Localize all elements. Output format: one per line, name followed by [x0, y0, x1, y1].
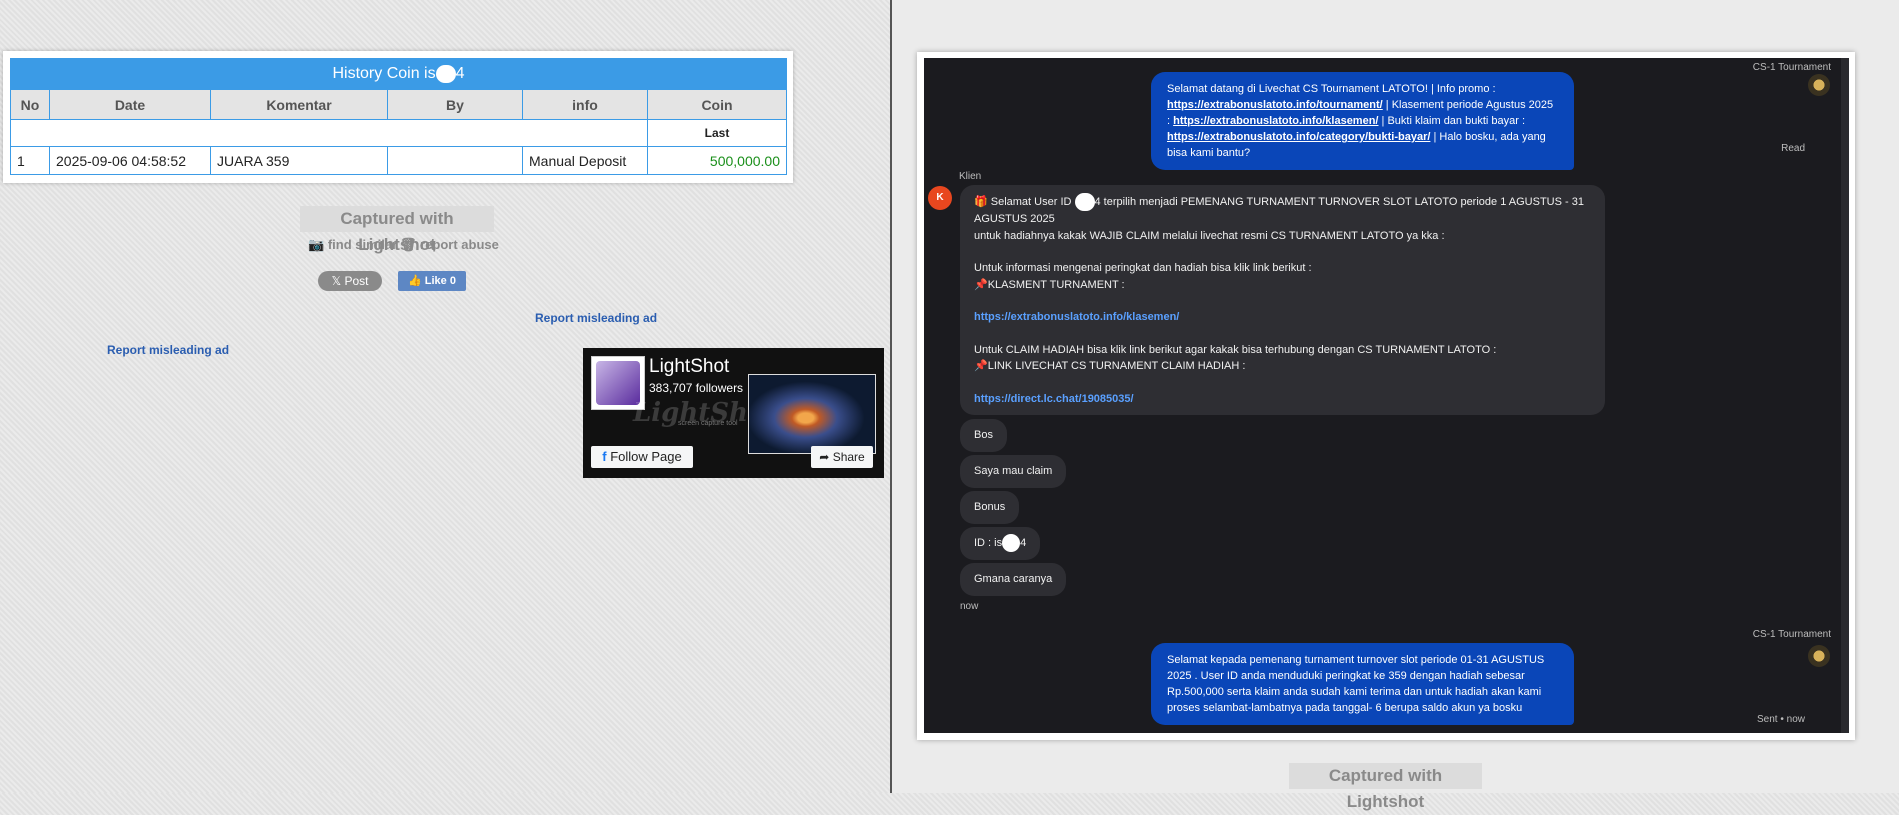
share-icon: ➦	[819, 450, 830, 464]
link-livechat[interactable]: https://direct.lc.chat/19085035/	[974, 391, 1591, 408]
thumbs-up-icon: 👍	[408, 275, 422, 287]
agent-name: CS-1 Tournament	[1752, 629, 1831, 640]
chat-scrollbar[interactable]	[1841, 58, 1849, 733]
read-status: Read	[1781, 143, 1805, 154]
x-post-button[interactable]: 𝕏 Post	[318, 271, 382, 291]
col-date: Date	[49, 89, 211, 120]
report-misleading-ad-link[interactable]: Report misleading ad	[107, 343, 229, 357]
find-similar-link[interactable]: 📷 find similar	[308, 237, 397, 253]
trash-icon: 🗑	[400, 237, 417, 252]
link-tournament[interactable]: https://extrabonuslatoto.info/tournament…	[1167, 99, 1383, 111]
agent-message: Selamat kepada pemenang turnament turnov…	[1151, 643, 1574, 725]
report-misleading-ad-link[interactable]: Report misleading ad	[535, 311, 657, 325]
coin-history-card: History Coin is 4 No Date Komentar By inf…	[3, 51, 793, 183]
col-komentar: Komentar	[210, 89, 388, 120]
link-klasemen[interactable]: https://extrabonuslatoto.info/klasemen/	[974, 309, 1591, 326]
follow-page-button[interactable]: f Follow Page	[591, 446, 693, 468]
redaction-mark	[435, 64, 456, 83]
report-abuse-link[interactable]: 🗑 report abuse	[400, 237, 499, 253]
captured-with-lightshot: Captured with Lightshot	[300, 206, 494, 254]
fb-page-name[interactable]: LightShot	[649, 356, 729, 378]
col-info: info	[522, 89, 648, 120]
col-coin: Coin	[647, 89, 787, 120]
camera-icon: 📷	[308, 237, 325, 252]
coin-history-table: History Coin is 4 No Date Komentar By inf…	[10, 58, 787, 175]
client-message-short: ID : is 4	[960, 527, 1041, 560]
col-by: By	[387, 89, 523, 120]
x-icon: 𝕏	[331, 274, 342, 288]
client-avatar: K	[928, 186, 952, 210]
client-label: Klien	[959, 171, 982, 182]
agent-avatar-icon	[1808, 74, 1830, 96]
client-message-short: Bonus	[960, 491, 1020, 524]
agent-message: Selamat datang di Livechat CS Tournament…	[1151, 72, 1574, 170]
livechat-transcript: CS-1 Tournament Selamat datang di Livech…	[924, 58, 1849, 733]
sent-status: Sent • now	[1757, 714, 1805, 725]
client-message-short: Saya mau claim	[960, 455, 1067, 488]
table-row: 1 2025-09-06 04:58:52 JUARA 359 Manual D…	[10, 146, 787, 175]
fb-followers: 383,707 followers	[649, 381, 744, 395]
redaction-mark	[1002, 534, 1021, 553]
coin-sub-header: Last	[647, 119, 787, 147]
link-bukti-bayar[interactable]: https://extrabonuslatoto.info/category/b…	[1167, 131, 1430, 143]
client-message: 🎁 Selamat User ID 4 terpilih menjadi PEM…	[960, 185, 1605, 415]
share-button[interactable]: ➦ Share	[811, 446, 873, 468]
facebook-icon: f	[602, 449, 607, 464]
captured-with-lightshot: Captured with Lightshot	[1289, 763, 1482, 811]
redaction-mark	[1074, 193, 1095, 211]
lightshot-tagline: screen capture tool	[678, 420, 738, 427]
facebook-like-button[interactable]: 👍 Like 0	[398, 271, 466, 291]
facebook-page-widget[interactable]: LightShot 383,707 followers LightShot sc…	[583, 348, 884, 478]
galaxy-screenshot-image	[748, 374, 876, 454]
agent-name: CS-1 Tournament	[1752, 62, 1831, 73]
client-message-short: Bos	[960, 419, 1007, 452]
col-no: No	[10, 89, 50, 120]
agent-avatar-icon	[1808, 645, 1830, 667]
link-klasemen[interactable]: https://extrabonuslatoto.info/klasemen/	[1173, 115, 1378, 127]
table-title: History Coin is 4	[10, 58, 787, 90]
client-message-short: Gmana caranya	[960, 563, 1067, 596]
timestamp: now	[960, 601, 979, 612]
